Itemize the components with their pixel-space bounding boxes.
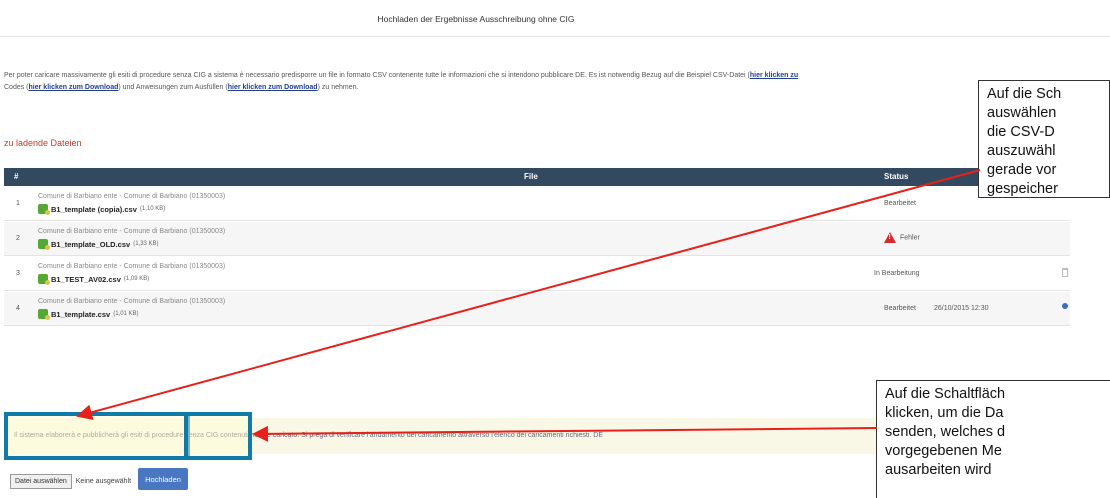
table-row[interactable]: 3 Comune di Barbiano ente - Comune di Ba… <box>4 257 1070 291</box>
row-file[interactable]: B1_template_OLD.csv (1,33 KB) <box>38 239 159 250</box>
callout-line: klicken, um die Da <box>885 405 1004 421</box>
warning-icon <box>884 232 896 243</box>
callout-line: auszuwähl <box>987 143 1056 159</box>
callout-line: die CSV-D <box>987 124 1055 140</box>
callout-line: gespeicher <box>987 181 1058 197</box>
file-size: (1,09 KB) <box>123 276 150 282</box>
download-codes-link[interactable]: hier klicken zum Download <box>29 84 119 91</box>
row-number: 4 <box>16 305 20 312</box>
row-number: 2 <box>16 235 20 242</box>
file-name[interactable]: B1_template (copia).csv <box>51 205 137 214</box>
intro-text-3: ) und Anweisungen zum Ausfüllen ( <box>118 84 228 91</box>
callout-upload: Auf die Schaltfläch klicken, um die Da s… <box>876 380 1110 498</box>
row-entity: Comune di Barbiano ente - Comune di Barb… <box>38 193 226 200</box>
column-num: # <box>14 172 19 181</box>
row-file[interactable]: B1_template.csv (1,01 KB) <box>38 309 139 320</box>
title-divider <box>0 36 1110 37</box>
row-number: 3 <box>16 270 20 277</box>
csv-file-icon <box>38 309 50 320</box>
section-title: zu ladende Dateien <box>4 138 82 148</box>
status-text: Bearbeitet <box>884 200 916 207</box>
info-icon[interactable] <box>1062 303 1068 309</box>
highlight-box-choose <box>4 412 190 460</box>
file-name[interactable]: B1_template_OLD.csv <box>51 240 130 249</box>
status-error[interactable]: Fehler <box>884 232 920 243</box>
status-text: In Bearbeitung <box>874 270 920 277</box>
callout-line: vorgegebenen Me <box>885 443 1002 459</box>
file-name[interactable]: B1_TEST_AV02.csv <box>51 275 121 284</box>
status-text: Fehler <box>900 234 920 242</box>
intro-text-1: Per poter caricare massivamente gli esit… <box>4 72 750 79</box>
row-entity: Comune di Barbiano ente - Comune di Barb… <box>38 263 226 270</box>
table-row[interactable]: 1 Comune di Barbiano ente - Comune di Ba… <box>4 187 1070 221</box>
callout-line: gerade vor <box>987 162 1057 178</box>
download-example-link[interactable]: hier klicken zu <box>750 72 798 79</box>
table-row[interactable]: 4 Comune di Barbiano ente - Comune di Ba… <box>4 292 1070 326</box>
file-name[interactable]: B1_template.csv <box>51 310 110 319</box>
intro-text-2: Codes ( <box>4 84 29 91</box>
row-entity: Comune di Barbiano ente - Comune di Barb… <box>38 298 226 305</box>
csv-file-icon <box>38 274 50 285</box>
file-size: (1,01 KB) <box>113 311 139 317</box>
highlight-box-upload <box>184 412 252 460</box>
row-file[interactable]: B1_template (copia).csv (1,10 KB) <box>38 204 166 215</box>
callout-choose-file: Auf die Sch auswählen die CSV-D auszuwäh… <box>978 80 1110 198</box>
callout-line: auswählen <box>987 105 1057 121</box>
row-number: 1 <box>16 200 20 207</box>
file-size: (1,10 KB) <box>139 206 166 212</box>
no-file-selected-text: Keine ausgewählt <box>75 478 132 485</box>
page-title: Hochladen der Ergebnisse Ausschreibung o… <box>377 14 575 24</box>
choose-file-button[interactable]: Datei auswählen <box>10 474 72 489</box>
upload-button[interactable]: Hochladen <box>138 468 188 490</box>
csv-file-icon <box>38 239 50 250</box>
row-file[interactable]: B1_TEST_AV02.csv (1,09 KB) <box>38 274 150 285</box>
callout-line: Auf die Schaltfläch <box>885 386 1006 402</box>
status-text: Bearbeitet <box>884 305 916 312</box>
callout-line: Auf die Sch <box>987 86 1062 102</box>
csv-file-icon <box>38 204 50 215</box>
table-row[interactable]: 2 Comune di Barbiano ente - Comune di Ba… <box>4 222 1070 256</box>
callout-line: senden, welches d <box>885 424 1006 440</box>
intro-text-4: ) zu nehmen. <box>317 84 359 91</box>
files-table-header: # File Status <box>4 168 1070 186</box>
callout-line: ausarbeiten wird <box>885 462 992 478</box>
column-status: Status <box>884 172 909 181</box>
intro-text: Per poter caricare massivamente gli esit… <box>4 70 964 94</box>
file-chooser[interactable]: Datei auswählen Keine ausgewählt <box>10 474 131 489</box>
trash-icon[interactable] <box>1062 268 1068 277</box>
column-file: File <box>524 172 538 181</box>
file-size: (1,33 KB) <box>133 241 159 247</box>
row-date: 26/10/2015 12:30 <box>934 305 989 312</box>
row-entity: Comune di Barbiano ente - Comune di Barb… <box>38 228 226 235</box>
download-instructions-link[interactable]: hier klicken zum Download <box>228 84 318 91</box>
